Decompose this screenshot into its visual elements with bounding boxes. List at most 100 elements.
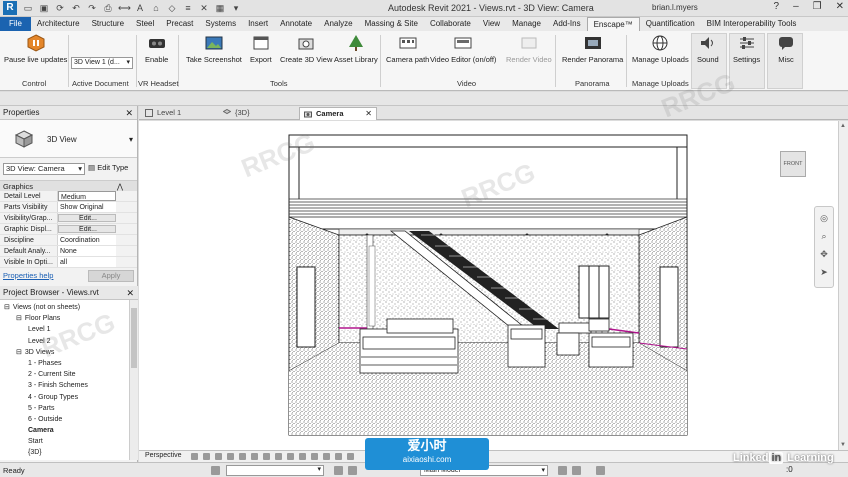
open-icon[interactable]: ▭ [22,2,34,14]
render-icon[interactable] [227,453,234,460]
design-options-icon[interactable] [348,466,357,475]
steering-wheel-icon[interactable]: ◎ [817,211,831,225]
thin-lines-icon[interactable]: ≡ [182,2,194,14]
scroll-down-icon[interactable]: ▼ [840,442,846,448]
render-panorama-button[interactable]: Render Panorama [562,34,623,64]
tree-item[interactable]: ⊟ Views (not on sheets) [0,302,138,313]
ribbon-tab[interactable]: Massing & Site [359,17,424,31]
constraints-icon[interactable] [335,453,342,460]
properties-help-link[interactable]: Properties help [3,271,53,280]
render-video-button[interactable]: Render Video [506,34,552,64]
tree-item[interactable]: 6 - Outside [0,414,138,425]
take-screenshot-button[interactable]: Take Screenshot [186,34,242,64]
scroll-up-icon[interactable]: ▲ [840,123,846,129]
save-icon[interactable]: ▣ [38,2,50,14]
enable-vr-button[interactable]: Enable [145,34,168,64]
revit-logo-icon[interactable]: R [3,1,17,15]
view-tab-camera[interactable]: Camera ✕ [299,107,377,120]
ribbon-tab[interactable]: Quantification [640,17,701,31]
tree-item[interactable]: 3 - Finish Schemes [0,380,138,391]
worksharing-icon[interactable] [299,453,306,460]
sync-icon[interactable]: ⟳ [54,2,66,14]
canvas-scrollbar[interactable]: ▲ ▼ [838,121,848,450]
chevron-down-icon[interactable]: ▾ [129,135,133,144]
ribbon-tab[interactable]: Add-Ins [547,17,587,31]
create-3d-view-button[interactable]: Create 3D View [280,34,332,64]
highlight-icon[interactable] [323,453,330,460]
ribbon-tab[interactable]: Steel [130,17,160,31]
pause-live-updates-button[interactable]: Pause live updates [4,34,67,64]
ribbon-tab[interactable]: View [477,17,506,31]
tree-item[interactable]: ⊟ Floor Plans [0,313,138,324]
ribbon-tab[interactable]: Precast [160,17,199,31]
graphics-group-header[interactable]: Graphics ⋀ [0,180,137,191]
view-style-label[interactable]: Perspective [145,452,182,459]
sun-path-icon[interactable] [203,453,210,460]
reveal-hidden-icon[interactable] [287,453,294,460]
minimize-icon[interactable]: – [793,1,799,12]
close-browser-icon[interactable]: ✕ [126,286,134,300]
tree-item[interactable]: Camera [0,425,138,436]
ribbon-tab[interactable]: Enscape™ [586,17,640,31]
3d-view-icon[interactable]: ⌂ [150,2,162,14]
lock-3d-icon[interactable] [263,453,270,460]
ribbon-tab[interactable]: BIM Interoperability Tools [701,17,803,31]
apply-button[interactable]: Apply [88,270,134,282]
user-name[interactable]: brian.l.myers [652,3,698,12]
settings-button[interactable]: Settings [733,34,760,64]
video-editor-button[interactable]: Video Editor (on/off) [430,34,496,64]
asset-library-button[interactable]: Asset Library [334,34,378,64]
select-underlay-icon[interactable] [572,466,581,475]
select-pinned-icon[interactable] [596,466,605,475]
active-document-combo[interactable]: 3D View 1 (d... [71,57,133,69]
browser-scrollbar[interactable] [129,300,138,460]
switch-windows-icon[interactable]: ▦ [214,2,226,14]
ribbon-tab[interactable]: Architecture [31,17,86,31]
property-value[interactable]: None [58,246,116,256]
ribbon-tab[interactable]: Annotate [274,17,318,31]
redo-icon[interactable]: ↷ [86,2,98,14]
close-hidden-icon[interactable]: ✕ [198,2,210,14]
close-properties-icon[interactable]: ✕ [125,106,133,120]
misc-button[interactable]: Misc [776,34,796,64]
analytical-model-icon[interactable] [311,453,318,460]
tag-icon[interactable]: A [134,2,146,14]
worksets-icon[interactable] [211,466,220,475]
ribbon-tab[interactable]: Structure [86,17,130,31]
type-selector[interactable]: 3D View ▾ [0,120,137,158]
viewcube[interactable]: FRONT [780,151,806,177]
help-icon[interactable]: ? [774,1,780,12]
measure-icon[interactable]: ⟷ [118,2,131,14]
ribbon-tab[interactable]: Manage [506,17,547,31]
expand-toggle-icon[interactable]: ⊟ [4,304,10,311]
collapse-icon[interactable]: ⋀ [117,181,123,192]
property-value[interactable]: Show Original [58,202,116,212]
drawing-canvas[interactable] [139,121,838,450]
pan-icon[interactable]: ✥ [817,247,831,261]
tree-item[interactable]: 4 - Group Types [0,392,138,403]
property-value[interactable]: Coordination [58,235,116,245]
ribbon-tab[interactable]: Systems [199,17,242,31]
workset-combo[interactable] [226,465,324,476]
fly-icon[interactable]: ➤ [817,265,831,279]
view-tab-level-1[interactable]: Level 1 [141,107,213,120]
export-button[interactable]: Export [250,34,272,64]
select-links-icon[interactable] [558,466,567,475]
visual-style-icon[interactable] [191,453,198,460]
section-icon[interactable]: ◇ [166,2,178,14]
show-crop-icon[interactable] [251,453,258,460]
detail-icon[interactable] [347,453,354,460]
edit-type-button[interactable]: ▤ Edit Type [88,163,128,172]
close-tab-icon[interactable]: ✕ [365,108,372,120]
tree-item[interactable]: Start [0,436,138,447]
print-icon[interactable]: ⎙ [102,2,114,14]
restore-icon[interactable]: ❐ [813,1,822,12]
view-tab-3d[interactable]: {3D} [219,107,295,120]
tree-item[interactable]: 2 - Current Site [0,369,138,380]
temporary-hide-icon[interactable] [275,453,282,460]
expand-toggle-icon[interactable]: ⊟ [16,315,22,322]
scroll-thumb[interactable] [131,308,137,368]
undo-icon[interactable]: ↶ [70,2,82,14]
manage-uploads-button[interactable]: Manage Uploads [632,34,689,64]
property-value[interactable]: Medium [58,191,116,201]
